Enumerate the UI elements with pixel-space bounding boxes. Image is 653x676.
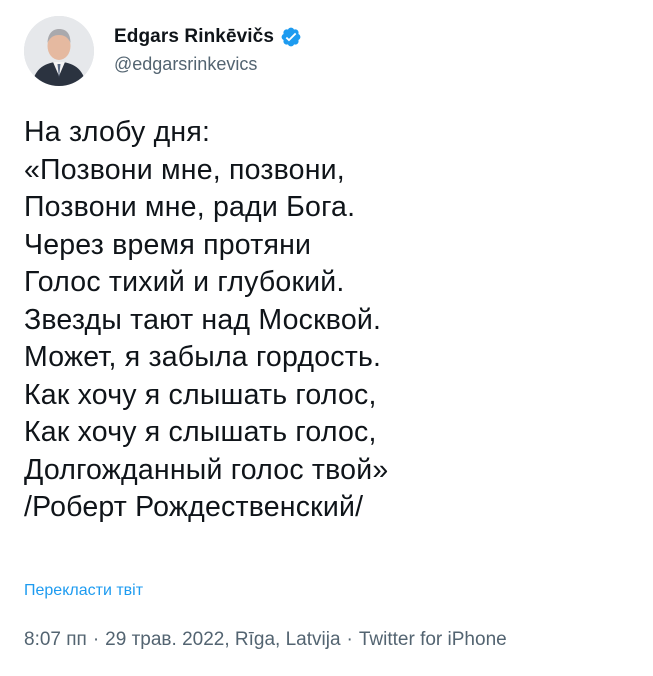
tweet-text: На злобу дня: «Позвони мне, позвони, Поз…	[24, 114, 634, 527]
tweet-line: Как хочу я слышать голос,	[24, 416, 377, 448]
display-name[interactable]: Edgars Rinkēvičs	[114, 26, 274, 48]
tweet-line: Как хочу я слышать голос,	[24, 378, 377, 411]
meta-separator: ·	[346, 629, 353, 650]
tweet-line: Может, я забыла гордость.	[24, 341, 382, 373]
tweet-line: Долгожданный голос твой»	[24, 453, 389, 486]
author-handle[interactable]: @edgarsrinkevics	[114, 54, 302, 75]
date-location-comma: ,	[224, 629, 235, 650]
tweet-line: Позвони мне, ради Бога.	[24, 191, 356, 223]
verified-badge-icon	[280, 26, 302, 48]
translate-tweet-link[interactable]: Перекласти твіт	[24, 582, 143, 600]
tweet-source[interactable]: Twitter for iPhone	[359, 629, 507, 650]
tweet-line: /Роберт Рождественский/	[24, 491, 364, 523]
display-name-row: Edgars Rinkēvičs	[114, 24, 302, 50]
tweet-line: «Позвони мне, позвони,	[24, 153, 345, 186]
tweet-meta: 8:07 пп · 29 трав. 2022, Rīga, Latvija · Twi…	[24, 629, 507, 651]
tweet-location[interactable]: Rīga, Latvija	[235, 629, 341, 650]
tweet-time[interactable]: 8:07 пп	[24, 629, 87, 650]
tweet-line: Через время протяни	[24, 228, 312, 261]
meta-separator: ·	[92, 629, 100, 650]
tweet-line: Голос тихий и глубокий.	[24, 266, 345, 298]
author-names: Edgars Rinkēvičs @edgarsrinkevics	[114, 24, 302, 75]
avatar-image	[24, 16, 94, 86]
tweet-line: Звезды тают над Москвой.	[24, 303, 382, 336]
avatar[interactable]	[24, 16, 94, 86]
tweet-header: Edgars Rinkēvičs @edgarsrinkevics	[24, 16, 624, 86]
tweet: Edgars Rinkēvičs @edgarsrinkevics На зло…	[0, 0, 653, 676]
tweet-line: На злобу дня:	[24, 116, 211, 148]
tweet-date[interactable]: 29 трав. 2022	[105, 629, 224, 650]
